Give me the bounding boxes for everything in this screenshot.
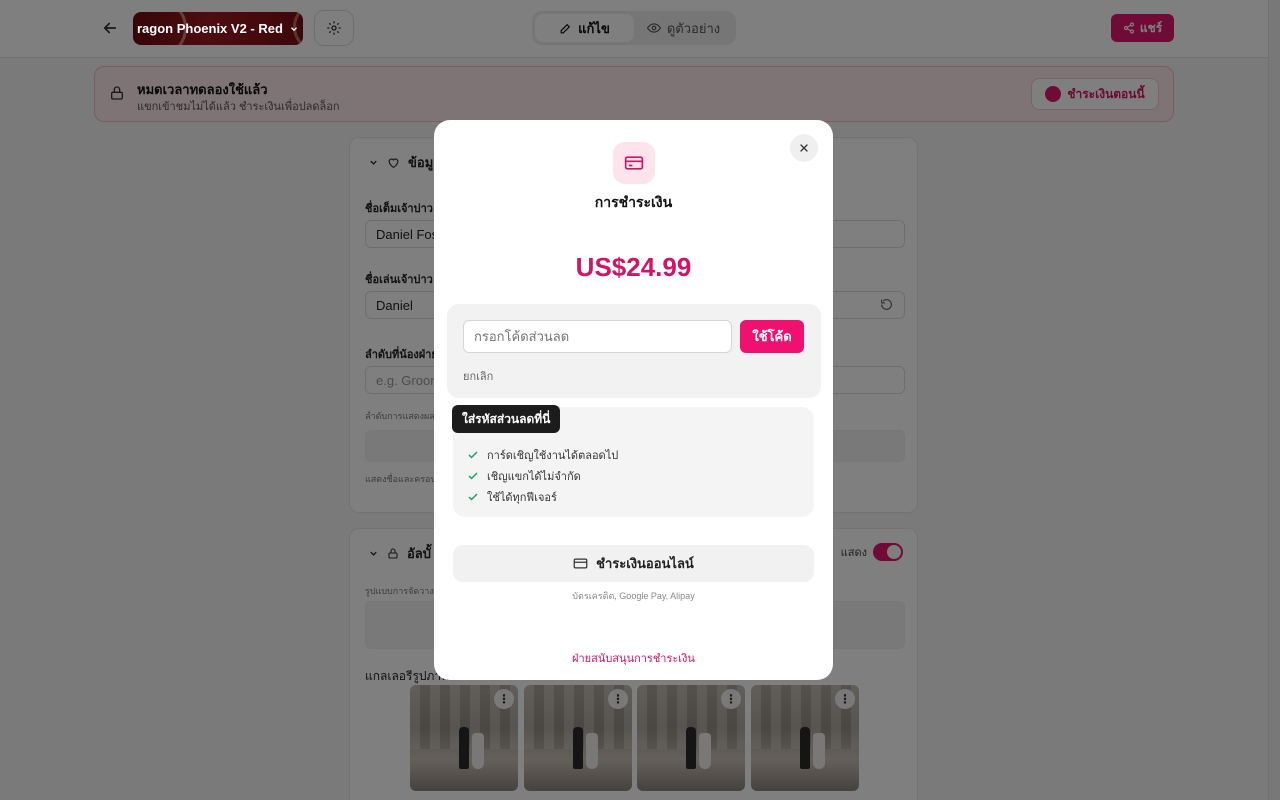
- modal-title: การชำระเงิน: [594, 194, 673, 210]
- payment-modal: การชำระเงิน US$24.99 การ์ดเชิญใช้งานได้ต…: [434, 120, 833, 680]
- payment-support-link[interactable]: ฝ่ายสนับสนุนการชำระเงิน: [434, 649, 833, 667]
- check-icon: [468, 451, 478, 459]
- discount-code-input[interactable]: [463, 320, 732, 353]
- apply-code-button[interactable]: ใช้โค้ด: [740, 320, 804, 353]
- payment-icon-badge: [613, 142, 655, 184]
- feature-item: ใช้ได้ทุกฟีเจอร์: [467, 488, 557, 506]
- close-icon: [800, 144, 808, 152]
- feature-item: เชิญแขกได้ไม่จำกัด: [467, 467, 581, 485]
- discount-code-panel: ใช้โค้ด ยกเลิก: [447, 304, 821, 398]
- pay-online-button[interactable]: ชำระเงินออนไลน์: [453, 545, 814, 582]
- price: US$24.99: [575, 252, 692, 282]
- check-icon: [468, 493, 478, 501]
- pay-online-label: ชำระเงินออนไลน์: [596, 556, 694, 571]
- close-button[interactable]: [790, 134, 818, 162]
- feature-label: การ์ดเชิญใช้งานได้ตลอดไป: [487, 450, 619, 462]
- credit-card-icon: [573, 558, 588, 569]
- check-icon: [468, 472, 478, 480]
- feature-label: เชิญแขกได้ไม่จำกัด: [487, 471, 581, 483]
- chevron-down-icon: [290, 26, 297, 31]
- feature-item: การ์ดเชิญใช้งานได้ตลอดไป: [467, 446, 618, 464]
- credit-card-icon: [624, 156, 644, 170]
- feature-label: ใช้ได้ทุกฟีเจอร์: [487, 492, 557, 504]
- cancel-code-link[interactable]: ยกเลิก: [463, 367, 493, 385]
- discount-code-tooltip: ใส่รหัสส่วนลดที่นี่: [452, 405, 561, 433]
- theme-name: ragon Phoenix V2 - Red: [137, 21, 283, 36]
- payment-methods: บัตรเครดิต, Google Pay, Alipay: [572, 591, 695, 601]
